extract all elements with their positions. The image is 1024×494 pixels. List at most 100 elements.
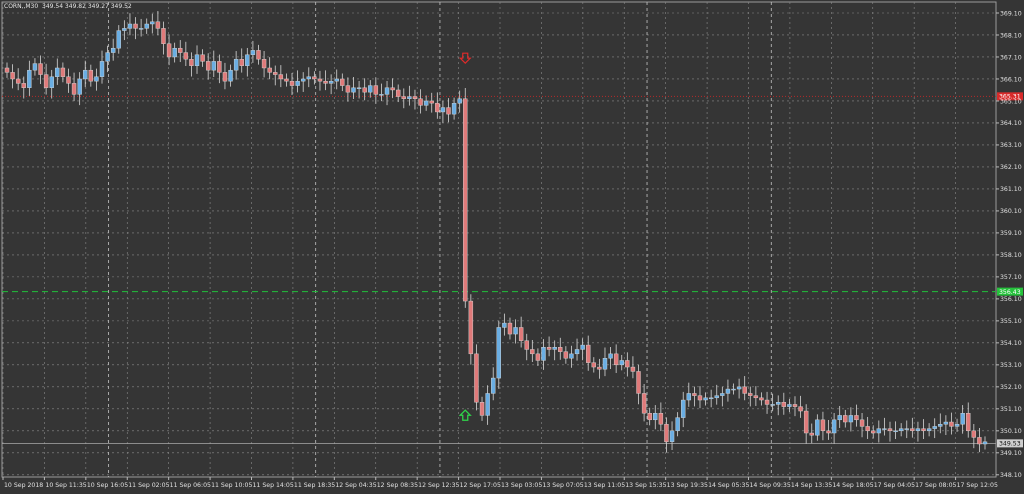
candle-body-bull <box>815 419 820 436</box>
candle-body-bear <box>401 96 406 99</box>
candle-body-bear <box>697 395 703 401</box>
candle-body-bear <box>887 428 893 432</box>
candle-body-bear <box>524 340 529 350</box>
candle-body-bull <box>703 397 708 401</box>
candle-body-bull <box>669 430 675 443</box>
candle-body-bull <box>736 386 742 390</box>
candle-body-bull <box>731 388 736 391</box>
candle-body-bull <box>245 54 250 66</box>
candle-body-bear <box>10 72 15 80</box>
candle-body-bear <box>256 50 261 60</box>
candle-body-bear <box>977 437 982 445</box>
candle-body-bull <box>27 69 32 88</box>
candle-body-bear <box>4 67 10 73</box>
candle-body-bear <box>71 83 77 95</box>
x-tick-label: 17 Sep 04:05 <box>874 482 915 489</box>
candle-body-bear <box>396 89 401 97</box>
candle-body-bear <box>183 52 189 60</box>
candle-body-bear <box>373 85 379 95</box>
y-tick-label: 349.10 <box>1000 450 1022 457</box>
candle-body-bear <box>613 353 619 366</box>
candle-body-bear <box>133 23 138 29</box>
candle-body-bear <box>474 353 479 403</box>
y-tick-label: 367.10 <box>1000 54 1022 61</box>
candle-body-bull <box>440 107 446 113</box>
candle-body-bull <box>110 47 116 53</box>
candle-body-bull <box>94 76 99 82</box>
x-tick-label: 12 Sep 08:35 <box>377 482 418 489</box>
x-tick-label: 13 Sep 07:05 <box>542 482 583 489</box>
x-tick-label: 13 Sep 03:05 <box>501 482 542 489</box>
candle-body-bull <box>457 98 462 104</box>
candle-body-bear <box>748 393 753 396</box>
candle-body-bear <box>518 327 524 341</box>
candle-body-bear <box>792 404 798 407</box>
candle-body-bull <box>122 28 127 31</box>
candle-body-bull <box>233 58 239 71</box>
candle-body-bear <box>43 74 49 88</box>
candle-body-bull <box>99 61 105 77</box>
candle-body-bull <box>541 347 546 361</box>
candle-body-bull <box>708 397 714 400</box>
candle-body-bear <box>809 432 814 436</box>
candle-body-bear <box>429 100 434 104</box>
x-tick-label: 11 Sep 06:05 <box>170 482 211 489</box>
candle-body-bear <box>88 69 94 82</box>
candle-body-bear <box>362 87 367 93</box>
x-tick-label: 14 Sep 05:35 <box>708 482 749 489</box>
candle-body-bull <box>898 428 904 432</box>
candle-body-bear <box>949 421 954 427</box>
candle-body-bear <box>597 366 602 370</box>
x-tick-label: 12 Sep 17:05 <box>460 482 501 489</box>
candlestick-chart[interactable]: 365.31356.43349.53 369.10368.10367.10366… <box>0 0 1024 494</box>
y-tick-label: 363.10 <box>1000 142 1022 149</box>
y-tick-label: 366.10 <box>1000 76 1022 83</box>
candle-body-bull <box>915 428 921 432</box>
candle-body-bull <box>485 393 490 416</box>
candle-body-bear <box>546 347 552 350</box>
candle-body-bear <box>189 58 194 66</box>
candle-body-bear <box>591 362 596 368</box>
candle-body-bull <box>423 100 429 106</box>
y-tick-label: 368.10 <box>1000 32 1022 39</box>
candle-body-bull <box>295 80 300 86</box>
candle-body-bear <box>820 419 826 432</box>
candle-body-bear <box>463 98 468 302</box>
y-tick-label: 354.10 <box>1000 340 1022 347</box>
candle-body-bear <box>278 74 284 80</box>
candle-body-bull <box>580 344 585 350</box>
candle-body-bull <box>300 78 306 82</box>
candle-body-bear <box>66 76 71 84</box>
candle-body-bull <box>334 78 339 82</box>
candle-body-bull <box>379 94 384 96</box>
candle-body-bull <box>384 87 390 95</box>
candle-body-bear <box>658 413 664 425</box>
chart-header: CORN,,M30 349.54 349.82 349.27 349.52 <box>4 3 132 10</box>
candle-body-bull <box>904 428 909 430</box>
candle-body-bear <box>312 76 317 80</box>
candle-body-bull <box>837 415 842 421</box>
candle-body-bear <box>205 61 211 71</box>
candle-body-bear <box>412 96 418 99</box>
candle-body-bear <box>664 424 669 443</box>
candle-body-bull <box>407 96 412 99</box>
candle-body-bear <box>803 410 809 434</box>
x-tick-label: 13 Sep 15:35 <box>625 482 666 489</box>
candle-body-bear <box>630 366 636 372</box>
candle-body-bear <box>155 21 161 29</box>
y-tick-label: 359.10 <box>1000 230 1022 237</box>
candle-body-bull <box>328 80 334 84</box>
x-tick-label: 11 Sep 18:35 <box>294 482 335 489</box>
candle-body-bear <box>636 371 641 394</box>
candle-body-bull <box>451 102 457 115</box>
candle-body-bear <box>161 28 166 44</box>
candle-body-bear <box>826 430 831 434</box>
candle-body-bear <box>178 47 183 53</box>
candle-body-bear <box>217 61 222 73</box>
y-tick-label: 350.10 <box>1000 428 1022 435</box>
candle-body-bull <box>574 349 580 355</box>
candle-body-bear <box>586 344 591 363</box>
candle-body-bull <box>211 61 216 71</box>
candle-body-bear <box>563 351 569 359</box>
candle-body-bull <box>351 87 356 93</box>
